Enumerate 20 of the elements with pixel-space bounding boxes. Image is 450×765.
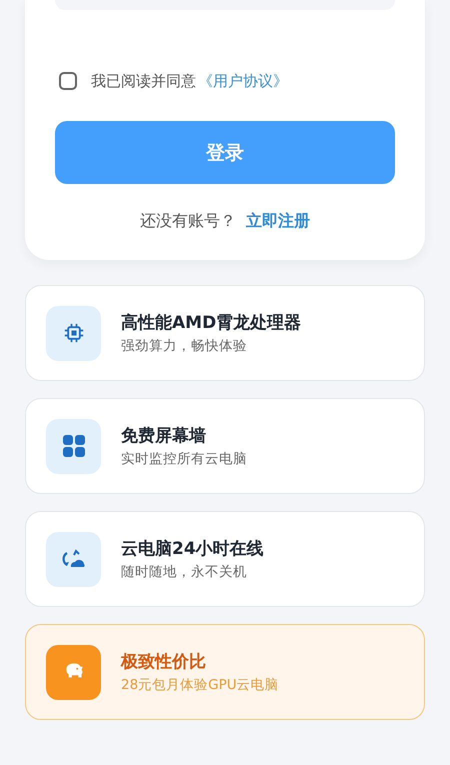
grid-icon — [62, 434, 86, 458]
user-agreement-link[interactable]: 《用户协议》 — [198, 72, 288, 90]
feature-card[interactable]: 高性能AMD霄龙处理器 强劲算力，畅快体验 — [25, 285, 425, 381]
feature-title: 极致性价比 — [121, 651, 207, 673]
feature-subtitle: 实时监控所有云电脑 — [121, 450, 247, 468]
feature-card[interactable]: 免费屏幕墙 实时监控所有云电脑 — [25, 398, 425, 494]
feature-card[interactable]: 极致性价比 28元包月体验GPU云电脑 — [25, 624, 425, 720]
feature-subtitle: 强劲算力，畅快体验 — [121, 337, 248, 355]
register-prompt: 还没有账号？ — [140, 211, 236, 232]
chip-icon — [64, 323, 84, 343]
feature-subtitle: 28元包月体验GPU云电脑 — [121, 676, 279, 694]
register-link[interactable]: 立即注册 — [246, 211, 310, 232]
feature-subtitle: 随时随地，永不关机 — [121, 563, 248, 581]
agreement-text: 我已阅读并同意 — [91, 72, 196, 90]
feature-title: 云电脑24小时在线 — [121, 538, 264, 560]
feature-title: 免费屏幕墙 — [121, 425, 207, 447]
feature-title: 高性能AMD霄龙处理器 — [121, 312, 302, 334]
agreement-checkbox[interactable] — [59, 72, 77, 90]
login-button[interactable]: 登录 — [55, 121, 395, 184]
feature-card[interactable]: 云电脑24小时在线 随时随地，永不关机 — [25, 511, 425, 607]
